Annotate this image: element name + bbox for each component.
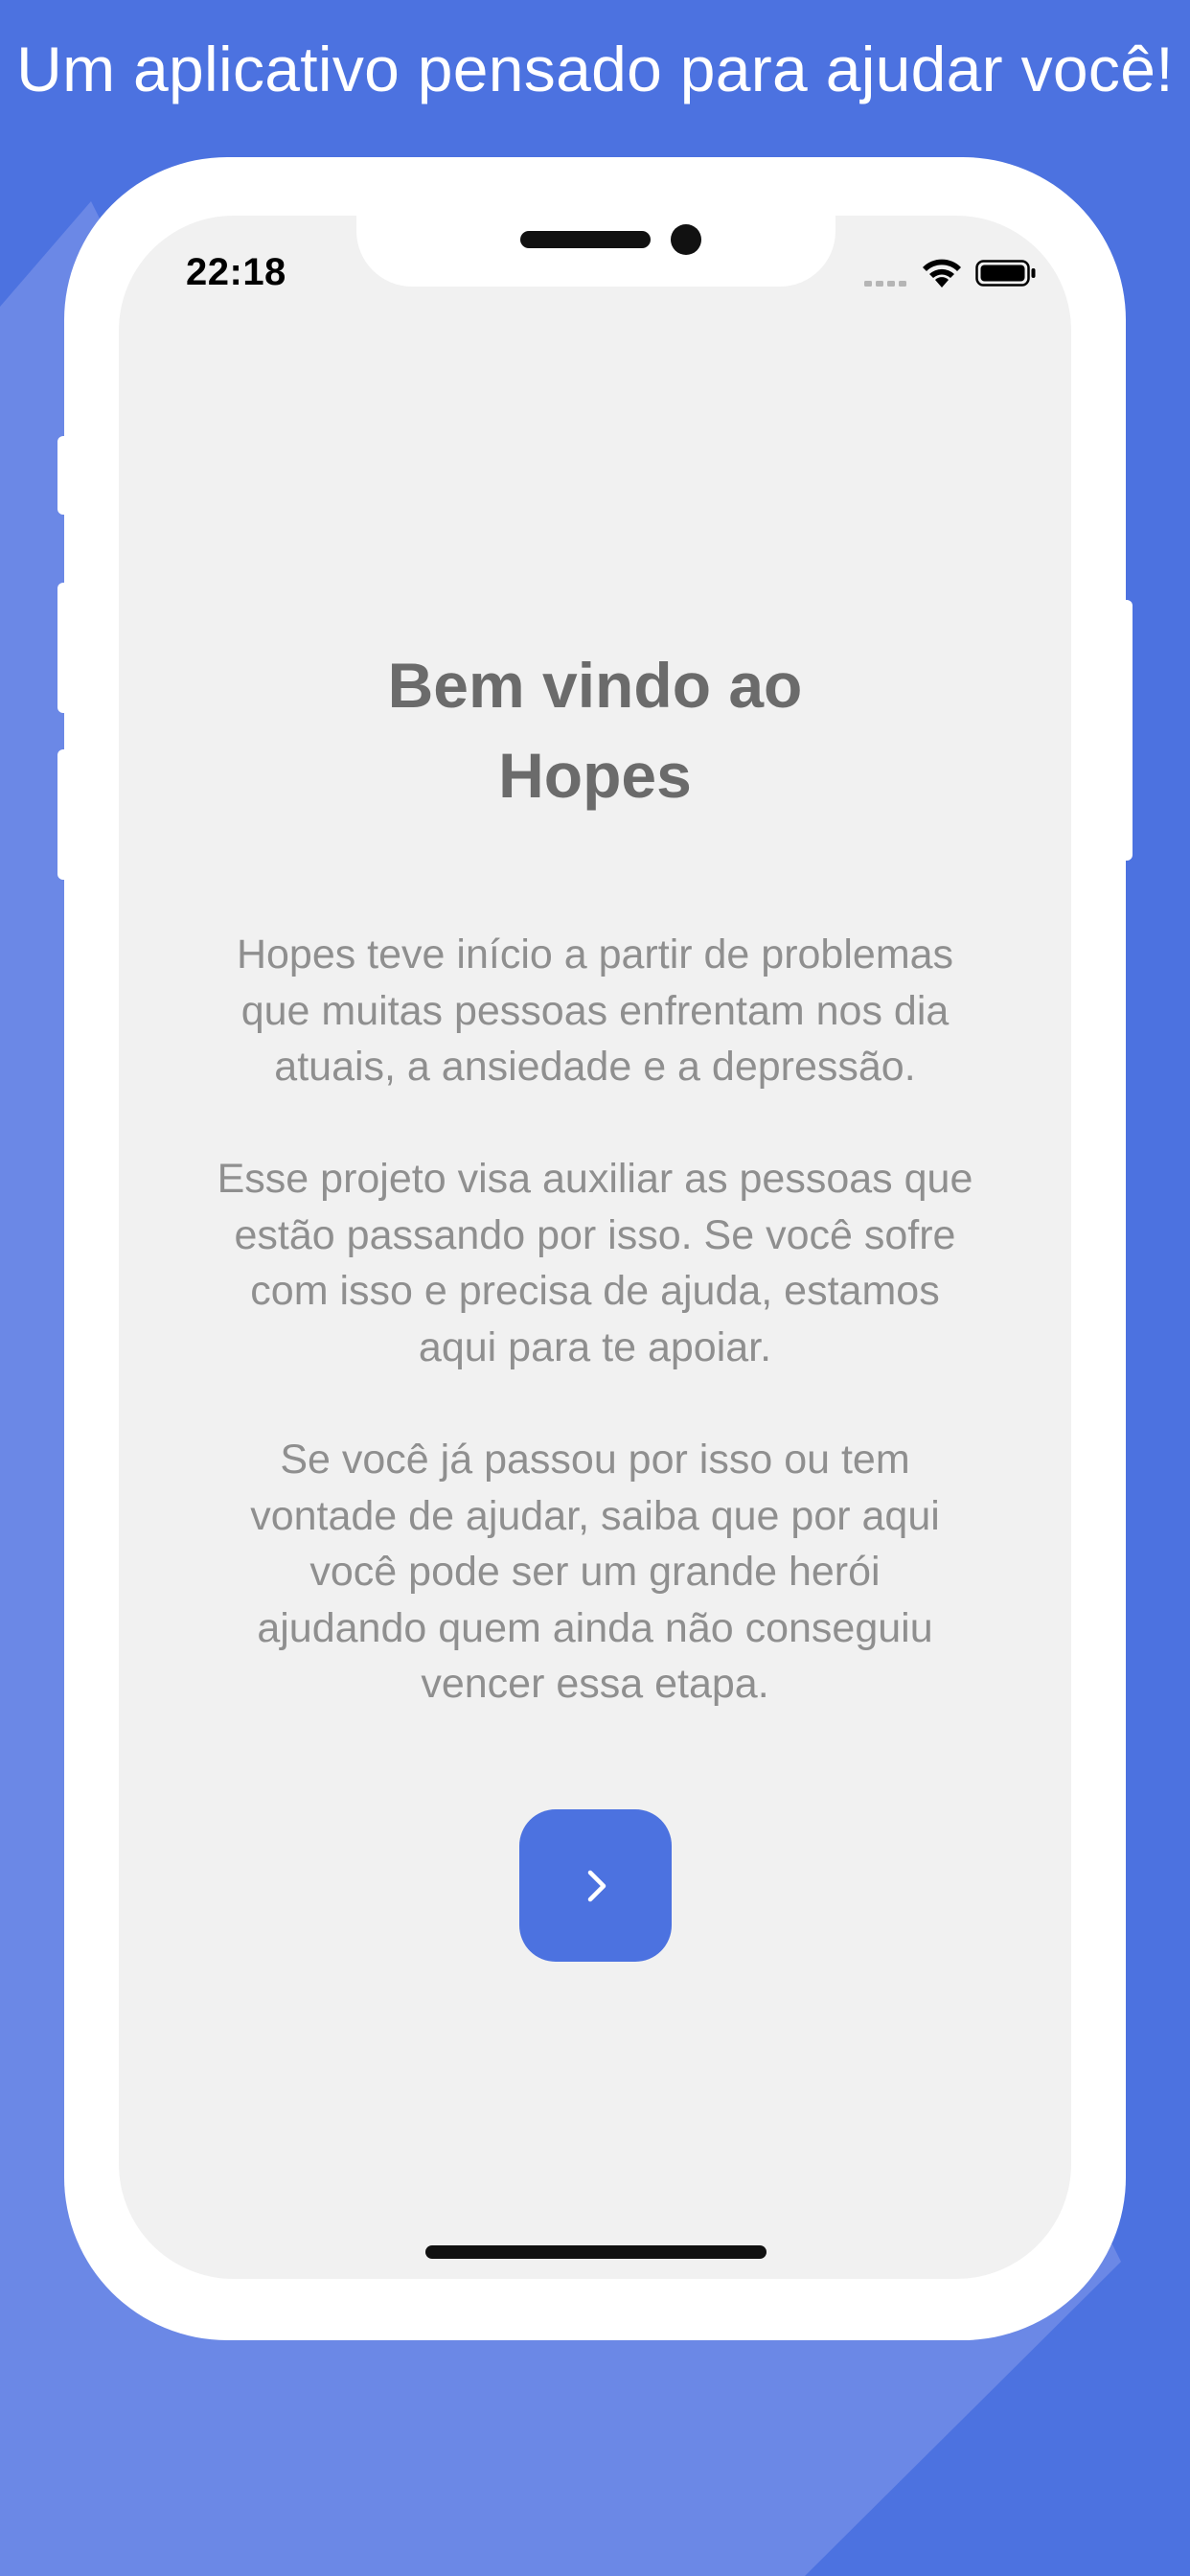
phone-notch (356, 216, 835, 287)
paragraph-line: vontade de ajudar, saiba que por aqui (250, 1492, 940, 1539)
welcome-title-line: Hopes (498, 740, 692, 811)
paragraph-line: Esse projeto visa auxiliar as pessoas qu… (217, 1156, 973, 1202)
paragraph-line: você pode ser um grande herói (309, 1549, 881, 1595)
paragraph-line: atuais, a ansiedade e a depressão. (274, 1044, 916, 1090)
promo-headline: Um aplicativo pensado para ajudar você! (16, 34, 1174, 104)
paragraph-line: vencer essa etapa. (421, 1661, 769, 1707)
intro-paragraph: Hopes teve início a partir de problemas … (167, 927, 1023, 1095)
next-button[interactable] (519, 1809, 672, 1962)
paragraph-line: aqui para te apoiar. (418, 1323, 772, 1370)
welcome-title-line: Bem vindo ao (387, 650, 803, 721)
paragraph-line: Se você já passou por isso ou tem (280, 1437, 910, 1483)
paragraph-line: Hopes teve início a partir de problemas (236, 932, 954, 978)
welcome-title: Bem vindo ao Hopes (119, 640, 1071, 820)
paragraph-line: com isso e precisa de ajuda, estamos (250, 1268, 940, 1314)
paragraph-line: ajudando quem ainda não conseguiu (257, 1604, 933, 1651)
helper-paragraph: Se você já passou por isso ou tem vontad… (167, 1432, 1023, 1713)
paragraph-line: que muitas pessoas enfrentam nos dia (240, 987, 950, 1034)
front-camera (671, 224, 701, 255)
chevron-right-icon (587, 1870, 606, 1902)
battery-icon (975, 260, 1036, 287)
home-indicator[interactable] (425, 2245, 767, 2259)
wifi-icon (923, 259, 961, 288)
paragraph-line: estão passando por isso. Se você sofre (234, 1211, 956, 1258)
speaker-grille (520, 231, 651, 248)
cellular-signal-icon (864, 281, 906, 287)
status-bar-time: 22:18 (186, 251, 286, 293)
project-paragraph: Esse projeto visa auxiliar as pessoas qu… (167, 1151, 1023, 1375)
